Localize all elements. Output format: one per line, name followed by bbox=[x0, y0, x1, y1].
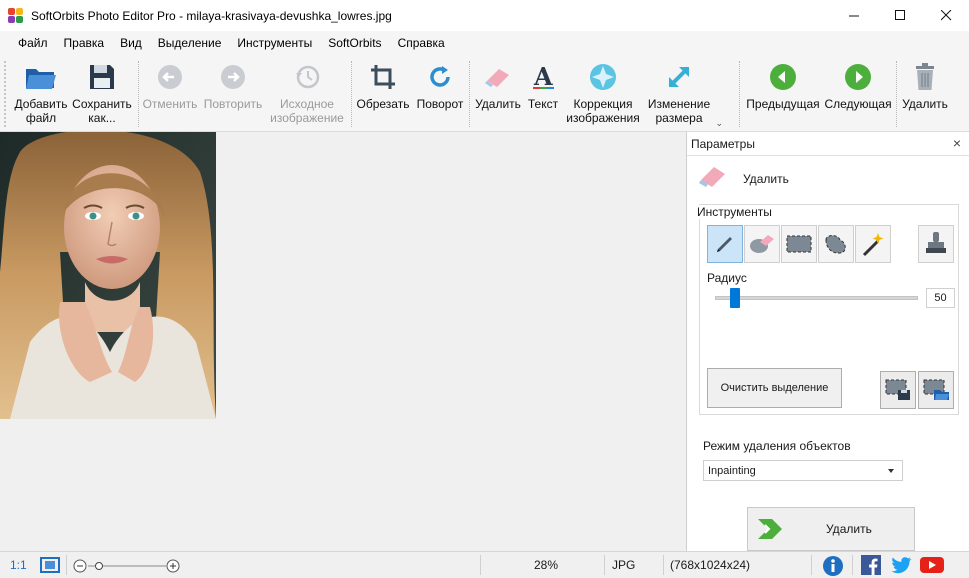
youtube-icon[interactable] bbox=[919, 555, 945, 578]
add-file-button[interactable]: Добавить файл bbox=[12, 59, 70, 125]
removal-mode-label: Режим удаления объектов bbox=[703, 439, 851, 453]
parameters-panel: Параметры × Удалить Инструменты Радиус 5… bbox=[686, 132, 969, 551]
stamp-icon bbox=[926, 232, 946, 253]
maximize-icon bbox=[894, 10, 905, 20]
zoom-slider[interactable] bbox=[72, 558, 182, 577]
rectangle-select-tool-button[interactable] bbox=[781, 225, 817, 263]
chevron-down-icon bbox=[888, 469, 894, 473]
previous-arrow-icon bbox=[765, 59, 801, 95]
area-eraser-icon bbox=[750, 235, 774, 253]
lasso-icon bbox=[825, 235, 846, 254]
crop-icon bbox=[365, 59, 401, 95]
folder-icon bbox=[23, 59, 59, 95]
current-tool-indicator bbox=[697, 162, 729, 190]
eraser-icon bbox=[699, 167, 725, 187]
removal-mode-select[interactable]: Inpainting bbox=[703, 460, 903, 481]
panel-close-icon[interactable]: × bbox=[953, 135, 961, 151]
save-selection-button[interactable] bbox=[880, 371, 916, 409]
save-disk-icon bbox=[84, 59, 120, 95]
undo-arrow-icon bbox=[152, 59, 188, 95]
trash-icon bbox=[907, 59, 943, 95]
undo-button[interactable]: Отменить bbox=[141, 59, 199, 111]
window-title: SoftOrbits Photo Editor Pro - milaya-kra… bbox=[31, 8, 392, 23]
original-image-button[interactable]: Исходное изображение bbox=[267, 59, 347, 125]
clear-selection-button[interactable]: Очистить выделение bbox=[707, 368, 842, 408]
photo-preview[interactable] bbox=[0, 132, 216, 419]
delete-button[interactable]: Удалить bbox=[899, 59, 951, 111]
pencil-icon bbox=[717, 237, 732, 252]
image-format: JPG bbox=[612, 558, 636, 572]
load-selection-icon bbox=[923, 379, 949, 400]
image-correction-button[interactable]: Коррекция изображения bbox=[562, 59, 644, 125]
save-selection-icon bbox=[885, 379, 910, 400]
info-icon[interactable] bbox=[822, 555, 844, 578]
menu-tools[interactable]: Инструменты bbox=[229, 36, 320, 50]
rotate-icon bbox=[422, 59, 458, 95]
stamp-tool-button[interactable] bbox=[918, 225, 954, 263]
close-button[interactable] bbox=[923, 0, 969, 31]
fit-to-window-icon[interactable] bbox=[40, 557, 60, 576]
app-logo-icon bbox=[8, 7, 24, 24]
magic-wand-tool-button[interactable] bbox=[855, 225, 891, 263]
twitter-icon[interactable] bbox=[890, 555, 912, 578]
toolbar: Добавить файл Сохранить как... Отменить … bbox=[0, 55, 969, 132]
text-button[interactable]: A Текст bbox=[524, 59, 562, 111]
toolbar-overflow-button[interactable]: ⌄ bbox=[715, 118, 723, 129]
actual-size-button[interactable]: 1:1 bbox=[10, 558, 27, 572]
next-button[interactable]: Следующая bbox=[822, 59, 894, 111]
menu-help[interactable]: Справка bbox=[390, 36, 453, 50]
panel-title: Параметры bbox=[691, 136, 755, 151]
minimize-button[interactable] bbox=[831, 0, 877, 31]
resize-arrow-icon bbox=[661, 59, 697, 95]
pencil-tool-button[interactable] bbox=[707, 225, 743, 263]
text-icon: A bbox=[525, 59, 561, 95]
radius-label: Радиус bbox=[707, 271, 747, 285]
maximize-button[interactable] bbox=[877, 0, 923, 31]
radius-value-field[interactable]: 50 bbox=[926, 288, 955, 308]
zoom-level: 28% bbox=[534, 558, 559, 572]
resize-button[interactable]: Изменение размера bbox=[644, 59, 714, 125]
minimize-icon bbox=[848, 15, 859, 17]
remove-object-button[interactable]: Удалить bbox=[472, 59, 524, 111]
history-clock-icon bbox=[289, 59, 325, 95]
menu-selection[interactable]: Выделение bbox=[150, 36, 230, 50]
status-bar: 1:1 28% JPG (768x1024x24) bbox=[0, 551, 969, 578]
menu-edit[interactable]: Правка bbox=[56, 36, 113, 50]
menu-view[interactable]: Вид bbox=[112, 36, 150, 50]
tools-group-title: Инструменты bbox=[694, 205, 775, 219]
lasso-tool-button[interactable] bbox=[818, 225, 854, 263]
rectangle-select-icon bbox=[786, 235, 812, 253]
next-arrow-icon bbox=[840, 59, 876, 95]
radius-slider-thumb[interactable] bbox=[730, 288, 741, 308]
close-icon bbox=[940, 10, 951, 21]
svg-text:A: A bbox=[533, 63, 553, 91]
save-as-button[interactable]: Сохранить как... bbox=[71, 59, 133, 125]
redo-arrow-icon bbox=[215, 59, 251, 95]
menu-softorbits[interactable]: SoftOrbits bbox=[320, 36, 389, 50]
radius-slider-track[interactable] bbox=[715, 296, 918, 300]
panel-header: Параметры × bbox=[687, 132, 969, 156]
image-dimensions: (768x1024x24) bbox=[670, 558, 751, 572]
facebook-icon[interactable] bbox=[861, 555, 881, 578]
load-selection-button[interactable] bbox=[918, 371, 954, 409]
previous-button[interactable]: Предыдущая bbox=[744, 59, 822, 111]
image-canvas[interactable] bbox=[0, 132, 686, 551]
menu-file[interactable]: Файл bbox=[10, 36, 56, 50]
brush-eraser-tool-button[interactable] bbox=[744, 225, 780, 263]
menu-bar: Файл Правка Вид Выделение Инструменты So… bbox=[0, 31, 969, 55]
redo-button[interactable]: Повторить bbox=[201, 59, 265, 111]
run-arrow-icon bbox=[758, 519, 782, 539]
toolbar-grip[interactable] bbox=[4, 61, 7, 127]
title-bar: SoftOrbits Photo Editor Pro - milaya-kra… bbox=[0, 0, 969, 31]
rotate-button[interactable]: Поворот bbox=[413, 59, 467, 111]
crop-button[interactable]: Обрезать bbox=[355, 59, 411, 111]
correction-star-icon bbox=[585, 59, 621, 95]
portrait-image bbox=[0, 132, 216, 419]
eraser-icon bbox=[480, 59, 516, 95]
magic-wand-icon bbox=[862, 233, 884, 257]
remove-execute-button[interactable]: Удалить bbox=[747, 507, 915, 551]
current-tool-label: Удалить bbox=[743, 172, 789, 186]
